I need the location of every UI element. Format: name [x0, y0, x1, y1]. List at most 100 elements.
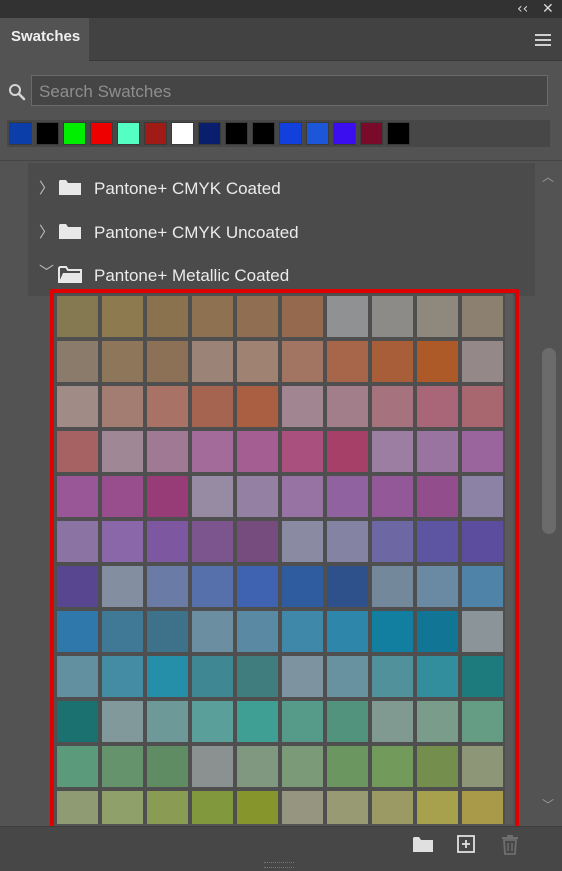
swatch[interactable]	[370, 474, 415, 519]
swatch[interactable]	[370, 564, 415, 609]
swatch[interactable]	[145, 654, 190, 699]
swatch[interactable]	[145, 384, 190, 429]
swatch[interactable]	[235, 339, 280, 384]
swatch[interactable]	[370, 519, 415, 564]
swatch[interactable]	[415, 699, 460, 744]
recent-swatch[interactable]	[171, 122, 194, 145]
trash-icon[interactable]	[501, 835, 519, 855]
swatch[interactable]	[190, 519, 235, 564]
chevron-down-icon[interactable]: ﹀	[39, 261, 54, 282]
swatch[interactable]	[325, 429, 370, 474]
swatch[interactable]	[55, 654, 100, 699]
swatch[interactable]	[325, 564, 370, 609]
swatch[interactable]	[280, 384, 325, 429]
swatch[interactable]	[280, 474, 325, 519]
swatch[interactable]	[55, 519, 100, 564]
swatch[interactable]	[100, 789, 145, 824]
swatch[interactable]	[460, 519, 505, 564]
swatch[interactable]	[325, 519, 370, 564]
swatch[interactable]	[460, 474, 505, 519]
swatch[interactable]	[460, 789, 505, 824]
swatch[interactable]	[460, 699, 505, 744]
swatch[interactable]	[325, 294, 370, 339]
swatch[interactable]	[460, 654, 505, 699]
swatch[interactable]	[55, 564, 100, 609]
swatch[interactable]	[190, 789, 235, 824]
swatch[interactable]	[325, 744, 370, 789]
swatch[interactable]	[415, 744, 460, 789]
swatch[interactable]	[235, 789, 280, 824]
swatch[interactable]	[55, 339, 100, 384]
scroll-thumb[interactable]	[542, 348, 556, 534]
swatch[interactable]	[235, 294, 280, 339]
collapse-panel-icon[interactable]: ‹‹	[517, 1, 528, 17]
swatch[interactable]	[280, 609, 325, 654]
scroll-up-icon[interactable]: ︿	[542, 168, 554, 185]
swatch[interactable]	[370, 384, 415, 429]
chevron-right-icon[interactable]: 〉	[39, 177, 54, 198]
swatch[interactable]	[370, 294, 415, 339]
swatch[interactable]	[100, 474, 145, 519]
swatch[interactable]	[325, 384, 370, 429]
swatch[interactable]	[235, 654, 280, 699]
swatch[interactable]	[460, 564, 505, 609]
swatch[interactable]	[100, 429, 145, 474]
swatch[interactable]	[460, 429, 505, 474]
swatch[interactable]	[415, 429, 460, 474]
swatch[interactable]	[370, 789, 415, 824]
swatch[interactable]	[280, 744, 325, 789]
swatch[interactable]	[235, 609, 280, 654]
swatch[interactable]	[370, 654, 415, 699]
swatch[interactable]	[235, 699, 280, 744]
swatch[interactable]	[370, 699, 415, 744]
swatch[interactable]	[190, 474, 235, 519]
swatch[interactable]	[100, 339, 145, 384]
tab-swatches[interactable]: Swatches	[0, 18, 89, 61]
swatch[interactable]	[55, 384, 100, 429]
recent-swatch[interactable]	[333, 122, 356, 145]
swatch[interactable]	[235, 519, 280, 564]
recent-swatch[interactable]	[198, 122, 221, 145]
scroll-down-icon[interactable]: ﹀	[542, 796, 554, 813]
swatch[interactable]	[145, 744, 190, 789]
swatch[interactable]	[145, 564, 190, 609]
swatch[interactable]	[325, 789, 370, 824]
swatch[interactable]	[145, 294, 190, 339]
swatch[interactable]	[190, 429, 235, 474]
resize-grip[interactable]	[264, 862, 294, 868]
swatch[interactable]	[280, 339, 325, 384]
swatch[interactable]	[145, 519, 190, 564]
swatch[interactable]	[325, 654, 370, 699]
swatch[interactable]	[100, 699, 145, 744]
swatch[interactable]	[460, 339, 505, 384]
swatch[interactable]	[100, 519, 145, 564]
swatch[interactable]	[280, 699, 325, 744]
swatch[interactable]	[280, 294, 325, 339]
swatch[interactable]	[145, 699, 190, 744]
recent-swatch[interactable]	[63, 122, 86, 145]
recent-swatch[interactable]	[90, 122, 113, 145]
swatch[interactable]	[100, 744, 145, 789]
swatch[interactable]	[190, 339, 235, 384]
swatch[interactable]	[145, 609, 190, 654]
group-pantone-cmyk-uncoated[interactable]: 〉 Pantone+ CMYK Uncoated	[28, 210, 535, 252]
swatch[interactable]	[190, 294, 235, 339]
new-swatch-icon[interactable]	[457, 835, 475, 853]
swatch[interactable]	[460, 294, 505, 339]
swatch[interactable]	[370, 339, 415, 384]
panel-menu-icon[interactable]	[535, 34, 551, 49]
swatch[interactable]	[415, 384, 460, 429]
swatch[interactable]	[190, 744, 235, 789]
swatch[interactable]	[55, 474, 100, 519]
swatch[interactable]	[190, 654, 235, 699]
swatch[interactable]	[460, 744, 505, 789]
swatch[interactable]	[280, 519, 325, 564]
swatch[interactable]	[55, 294, 100, 339]
search-input[interactable]	[39, 82, 539, 102]
swatch[interactable]	[325, 699, 370, 744]
recent-swatch[interactable]	[9, 122, 32, 145]
swatch[interactable]	[145, 789, 190, 824]
folder-icon[interactable]	[412, 835, 434, 853]
swatch[interactable]	[100, 384, 145, 429]
swatch[interactable]	[280, 789, 325, 824]
